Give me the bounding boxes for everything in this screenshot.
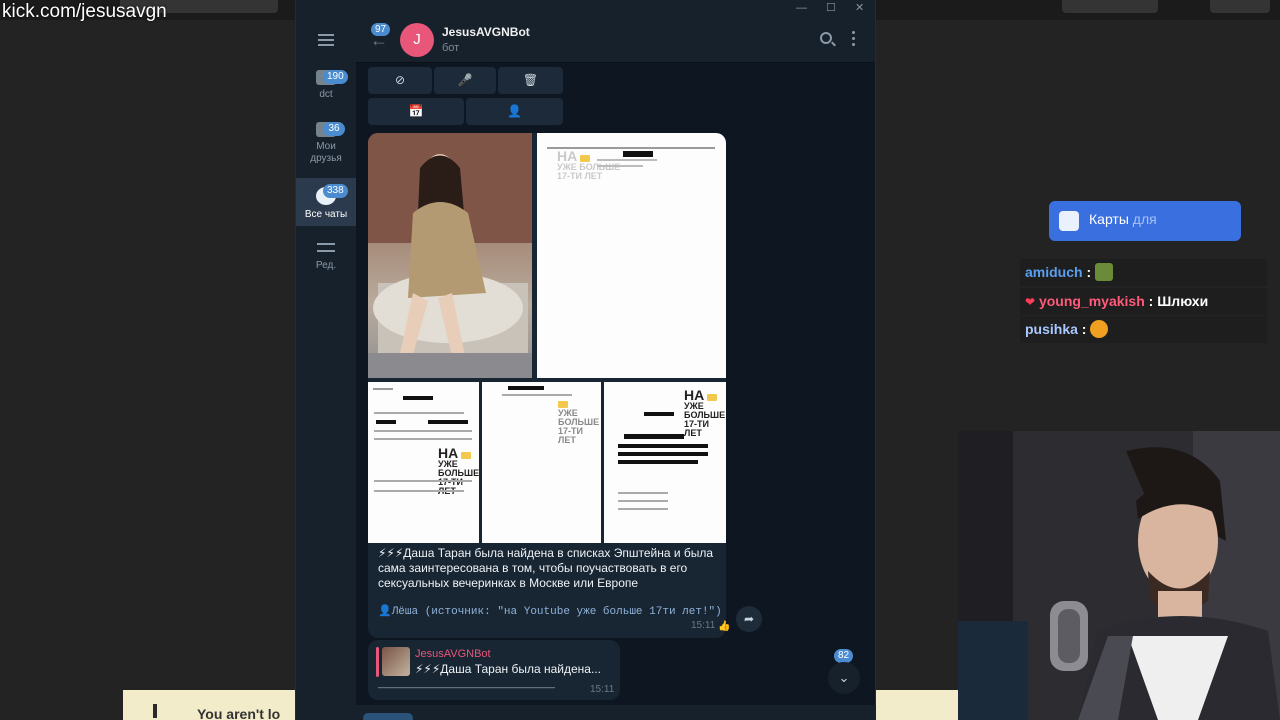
stream-chat-message: ❤ young_myakish : Шлюхи — [1020, 288, 1267, 315]
folder-rail: 190 dct 36 Мои друзья 338 Все чаты Ред. — [296, 18, 356, 720]
folder-dct[interactable]: 190 dct — [296, 70, 356, 112]
chat-text: Шлюхи — [1157, 293, 1209, 309]
chat-username[interactable]: pusihka — [1025, 321, 1078, 337]
folder-label: dct — [319, 89, 333, 100]
album-document-3[interactable]: УЖЕ БОЛЬШЕ 17-ТИ ЛЕТ — [482, 382, 601, 543]
reply-message[interactable]: JesusAVGNBot ⚡⚡⚡Даша Таран была найдена.… — [368, 640, 620, 700]
album-document-1[interactable]: НА УЖЕ БОЛЬШЕ 17-ТИ ЛЕТ — [537, 133, 726, 378]
reply-time: 15:11 — [590, 684, 615, 695]
chat-username[interactable]: young_myakish — [1039, 293, 1145, 309]
heart-badge-icon: ❤ — [1025, 295, 1036, 309]
album-document-2[interactable]: НА УЖЕ БОЛЬШЕ17-ТИ ЛЕТ — [368, 382, 479, 543]
thumbs-up-icon[interactable]: 👍 — [718, 621, 730, 632]
maximize-icon[interactable]: ☐ — [826, 0, 836, 16]
reply-thumbnail — [382, 647, 410, 676]
unread-count-badge: 82 — [834, 649, 854, 663]
chat-header: ← 97 J JesusAVGNBot бот — [356, 18, 875, 63]
streamer-image — [958, 431, 1280, 720]
warning-icon — [153, 704, 157, 718]
chat-subtitle: бот — [442, 42, 460, 54]
doc-stamp: УЖЕ БОЛЬШЕ 17-ТИ ЛЕТ — [558, 400, 601, 445]
scroll-down-button[interactable]: ⌄ — [828, 662, 860, 694]
cards-suffix: для — [1132, 211, 1157, 227]
emote-icon — [1095, 263, 1114, 281]
keyboard-button-mic[interactable]: 🎤 — [434, 67, 496, 94]
cards-button[interactable]: Карты для — [1049, 201, 1241, 241]
album-photo-woman[interactable] — [368, 133, 532, 378]
photo-album: НА УЖЕ БОЛЬШЕ 17-ТИ ЛЕТ НА УЖЕ БОЛЬШЕ 17-Т… — [368, 133, 726, 543]
play-icon — [460, 452, 471, 460]
star-eyes-emoji-icon — [1090, 320, 1109, 338]
avatar[interactable]: J — [400, 23, 434, 57]
keyboard-button-calendar[interactable]: 📅 — [368, 98, 464, 125]
reply-dashes: —————————————————————— — [378, 682, 555, 692]
stream-url: kick.com/jesusavgn — [2, 1, 167, 22]
menu-icon[interactable] — [318, 34, 334, 49]
reply-accent-bar — [376, 647, 379, 677]
minimize-icon[interactable]: — — [796, 0, 807, 16]
desktop-share-button[interactable] — [1062, 0, 1158, 13]
message-text: ⚡⚡⚡Даша Таран была найдена в списках Эпш… — [378, 546, 714, 590]
reply-text: ⚡⚡⚡Даша Таран была найдена... — [415, 662, 601, 676]
folder-friends[interactable]: 36 Мои друзья — [296, 122, 356, 174]
reply-author: JesusAVGNBot — [415, 648, 491, 660]
keyboard-button-profile[interactable]: 👤 — [466, 98, 563, 125]
window-titlebar: — ☐ ✕ — [296, 0, 875, 18]
folder-all-chats[interactable]: 338 Все чаты — [296, 178, 356, 226]
play-icon — [706, 394, 717, 402]
woman-photo-image — [368, 133, 532, 378]
message-time: 15:11 — [691, 620, 716, 631]
webcam-feed — [958, 431, 1280, 720]
folder-label: Мои друзья — [310, 141, 342, 164]
cards-label: Карты — [1089, 211, 1129, 227]
folder-edit[interactable]: Ред. — [296, 240, 356, 276]
chat-title[interactable]: JesusAVGNBot — [442, 25, 530, 39]
keyboard-button-block[interactable]: ⊘ — [368, 67, 432, 94]
sliders-icon — [316, 240, 336, 256]
doc-stamp: НА УЖЕ БОЛЬШЕ17-ТИ ЛЕТ — [684, 387, 726, 438]
album-document-4[interactable]: НА УЖЕ БОЛЬШЕ 17-ТИ ЛЕТ — [604, 382, 726, 543]
card-icon — [1059, 211, 1079, 231]
folder-badge: 36 — [323, 122, 345, 136]
folder-badge: 190 — [323, 70, 348, 84]
doc-stamp: НА УЖЕ БОЛЬШЕ17-ТИ ЛЕТ — [438, 445, 479, 496]
chat-username[interactable]: amiduch — [1025, 264, 1083, 280]
message-bubble[interactable]: ⚡⚡⚡Даша Таран была найдена в списках Эпш… — [368, 543, 730, 638]
stream-chat-message: amiduch : — [1020, 259, 1267, 286]
keyboard-button-trash[interactable]: 🗑 — [498, 67, 563, 94]
more-vertical-icon[interactable] — [852, 31, 856, 49]
desktop-tab[interactable] — [1210, 0, 1270, 13]
folder-label: Все чаты — [304, 209, 348, 220]
message-source: 👤Лёша (источник: "на Youtube уже больше … — [378, 606, 722, 618]
unread-badge: 97 — [371, 23, 391, 36]
share-button[interactable]: ➦ — [736, 606, 762, 632]
folder-label: Ред. — [315, 260, 337, 271]
chevron-down-icon: ⌄ — [838, 670, 850, 685]
search-icon[interactable] — [820, 32, 832, 44]
folder-badge: 338 — [323, 184, 348, 198]
stream-chat-message: pusihka : — [1020, 316, 1267, 343]
forward-arrow-icon: ➦ — [743, 612, 755, 626]
message-composer[interactable] — [355, 705, 876, 720]
close-icon[interactable]: ✕ — [855, 0, 864, 16]
notice-text: You aren't lo — [197, 706, 281, 720]
composer-button[interactable] — [363, 713, 413, 720]
